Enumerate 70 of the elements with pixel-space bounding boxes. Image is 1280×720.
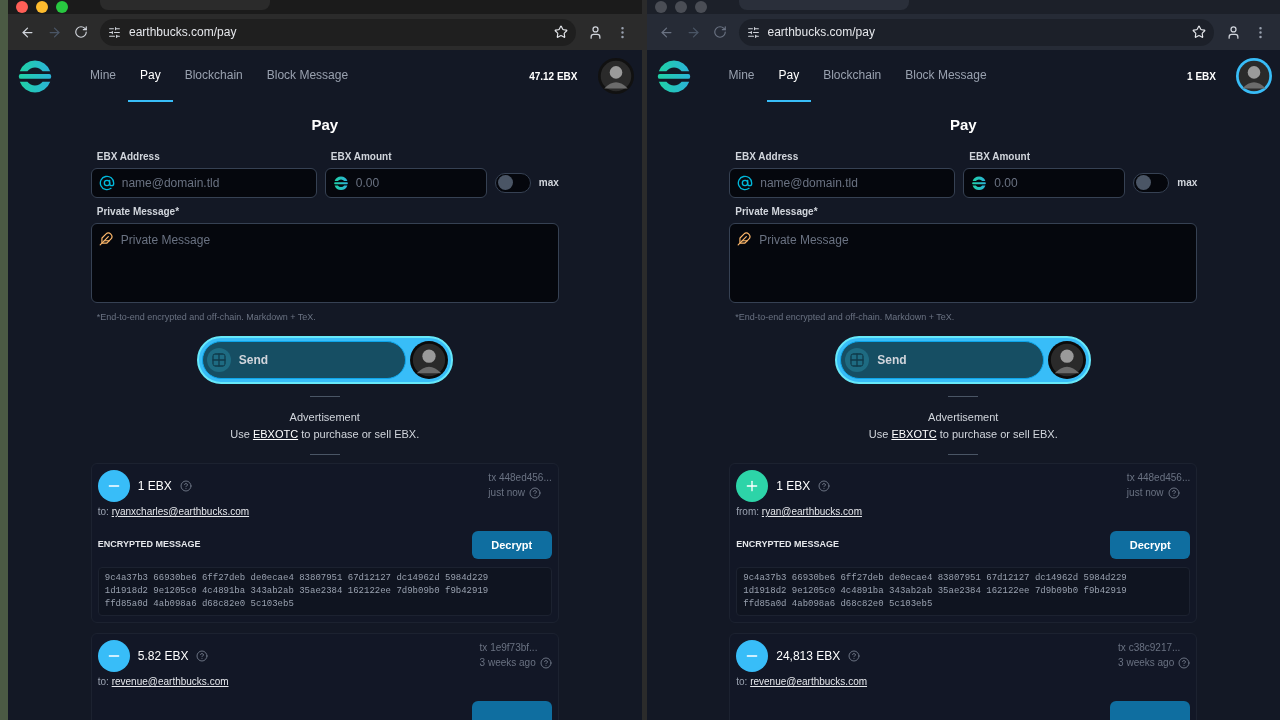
message-heading: ENCRYPTED MESSAGE	[736, 538, 839, 552]
send-button[interactable]: Send	[196, 336, 453, 384]
address-bar[interactable]: earthbucks.com/pay	[100, 18, 576, 46]
nav-tab[interactable]: Blockchain	[811, 50, 894, 102]
amount: 5.82 EBX	[137, 648, 189, 665]
timestamp: 3 weeks ago	[479, 656, 536, 670]
ebxotc-link[interactable]: EBXOTC	[891, 427, 937, 440]
max-label: max	[538, 176, 559, 190]
decrypt-button[interactable]: Decrypt	[1110, 531, 1191, 559]
balance: 47.12 EBX	[529, 69, 578, 84]
nav-tab[interactable]: Pay	[766, 50, 812, 102]
ciphertext-line: ffd85a0d 4ab098a6 d68c82e0 5c103eb5	[743, 598, 934, 611]
ad-text: Use EBXOTC to purchase or sell EBX.	[867, 426, 1059, 442]
ebxotc-link[interactable]: EBXOTC	[252, 427, 299, 440]
footnote: *End-to-end encrypted and off-chain. Markdown + TeX.	[95, 310, 317, 324]
ciphertext-line: 9c4a37b3 66930be6 6ff27deb de0ecae4 83807951 67d12127 dc14962d 5984d229	[743, 572, 1128, 585]
field-label: Private Message*	[95, 204, 181, 219]
address-link[interactable]: revenue@earthbucks.com	[750, 676, 868, 687]
nav-tab[interactable]: Blockchain	[172, 50, 255, 102]
counterparty: from: ryan@earthbucks.com	[736, 505, 862, 519]
nav-tab[interactable]: Block Message	[254, 50, 361, 102]
timestamp: 3 weeks ago	[1118, 656, 1175, 670]
counterparty: to: revenue@earthbucks.com	[736, 675, 868, 689]
tx-id: tx 448ed456...	[1126, 471, 1191, 485]
ad-text: Use EBXOTC to purchase or sell EBX.	[229, 426, 421, 442]
url-text: earthbucks.com/pay	[767, 24, 876, 41]
address-field[interactable]: name@domain.tld	[90, 167, 317, 198]
timestamp: just now	[488, 486, 526, 500]
field-label: Private Message*	[734, 204, 819, 219]
counterparty: to: revenue@earthbucks.com	[97, 675, 229, 689]
decrypt-button[interactable]: Decrypt	[471, 531, 552, 559]
ciphertext-line: 9c4a37b3 66930be6 6ff27deb de0ecae4 83807951 67d12127 dc14962d 5984d229	[104, 572, 490, 585]
field-label: EBX Address	[95, 149, 161, 164]
tx-id: tx 448ed456...	[488, 471, 552, 485]
url-text: earthbucks.com/pay	[129, 24, 238, 41]
amount-field[interactable]: 0.00	[963, 167, 1126, 198]
max-label: max	[1177, 176, 1198, 190]
field-label: EBX Amount	[329, 149, 393, 164]
message-heading: ENCRYPTED MESSAGE	[97, 538, 201, 552]
address-field[interactable]: name@domain.tld	[729, 167, 956, 198]
ad-heading: Advertisement	[288, 410, 361, 425]
message-field[interactable]: Private Message	[729, 222, 1198, 303]
ciphertext-line: ffd85a0d 4ab098a6 d68c82e0 5c103eb5	[104, 598, 295, 611]
balance: 1 EBX	[1187, 69, 1216, 84]
amount: 1 EBX	[776, 478, 811, 495]
tx-id: tx 1e9f73bf...	[479, 641, 538, 655]
page-title: Pay	[948, 115, 978, 135]
send-button[interactable]: Send	[835, 336, 1092, 384]
nav-tab[interactable]: Block Message	[893, 50, 999, 102]
address-link[interactable]: ryanxcharles@earthbucks.com	[111, 506, 250, 517]
field-label: EBX Amount	[968, 149, 1031, 164]
nav-tab[interactable]: Mine	[78, 50, 128, 102]
amount-field[interactable]: 0.00	[324, 167, 487, 198]
nav-tab[interactable]: Pay	[128, 50, 173, 102]
ciphertext-line: 1d1918d2 9e1205c0 4c4891ba 343ab2ab 35ae2384 162122ee 7d9b09b0 f9b42919	[743, 585, 1128, 598]
address-link[interactable]: revenue@earthbucks.com	[111, 676, 229, 687]
footnote: *End-to-end encrypted and off-chain. Markdown + TeX.	[734, 310, 956, 324]
amount: 1 EBX	[137, 478, 172, 495]
ad-heading: Advertisement	[927, 410, 1000, 425]
counterparty: to: ryanxcharles@earthbucks.com	[97, 505, 250, 519]
ciphertext-line: 1d1918d2 9e1205c0 4c4891ba 343ab2ab 35ae2384 162122ee 7d9b09b0 f9b42919	[104, 585, 490, 598]
address-bar[interactable]: earthbucks.com/pay	[738, 18, 1214, 46]
tx-id: tx c38c9217...	[1118, 641, 1181, 655]
message-field[interactable]: Private Message	[90, 222, 559, 303]
timestamp: just now	[1126, 486, 1164, 500]
address-link[interactable]: ryan@earthbucks.com	[761, 506, 862, 517]
field-label: EBX Address	[734, 149, 800, 164]
page-title: Pay	[310, 115, 340, 135]
amount: 24,813 EBX	[776, 648, 841, 665]
nav-tab[interactable]: Mine	[716, 50, 767, 102]
